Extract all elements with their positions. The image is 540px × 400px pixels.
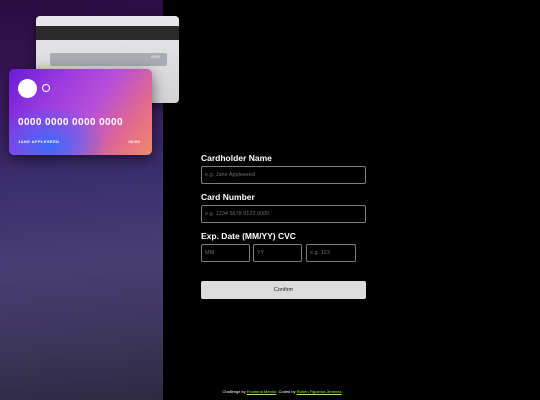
exp-cvc-group: Exp. Date (MM/YY) CVC [201, 231, 367, 262]
attribution-footer: Challenge by Frontend Mentor. Coded by R… [0, 389, 540, 394]
card-front: 0000 0000 0000 0000 JANE APPLESEED 00/00 [9, 69, 152, 155]
card-number-label: Card Number [201, 192, 255, 202]
card-logo-ring-icon [42, 84, 50, 92]
signature-strip: 000 [50, 53, 167, 66]
payment-form: Cardholder Name Card Number Exp. Date (M… [201, 153, 367, 299]
card-expiry-display: 00/00 [128, 139, 140, 144]
author-link[interactable]: Ruben Figueroa Jimenez [297, 389, 342, 394]
exp-month-input[interactable] [201, 244, 250, 262]
confirm-button[interactable]: Confirm [201, 281, 366, 299]
footer-middle: . Coded by [276, 389, 296, 394]
card-number-group: Card Number [201, 192, 367, 223]
cardholder-label: Cardholder Name [201, 153, 272, 163]
exp-cvc-label: Exp. Date (MM/YY) CVC [201, 231, 296, 241]
footer-prefix: Challenge by [222, 389, 246, 394]
exp-cvc-row [201, 244, 367, 262]
footer-suffix: . [341, 389, 343, 394]
magnetic-stripe [36, 26, 179, 40]
exp-year-input[interactable] [253, 244, 302, 262]
frontend-mentor-link[interactable]: Frontend Mentor [247, 389, 276, 394]
cardholder-input[interactable] [201, 166, 366, 184]
card-number-display: 0000 0000 0000 0000 [18, 117, 123, 128]
card-back-cvc: 000 [151, 56, 160, 60]
card-logo-circle-icon [18, 79, 37, 98]
card-holder-display: JANE APPLESEED [18, 139, 60, 144]
cvc-input[interactable] [306, 244, 356, 262]
card-number-input[interactable] [201, 205, 366, 223]
cardholder-group: Cardholder Name [201, 153, 367, 184]
